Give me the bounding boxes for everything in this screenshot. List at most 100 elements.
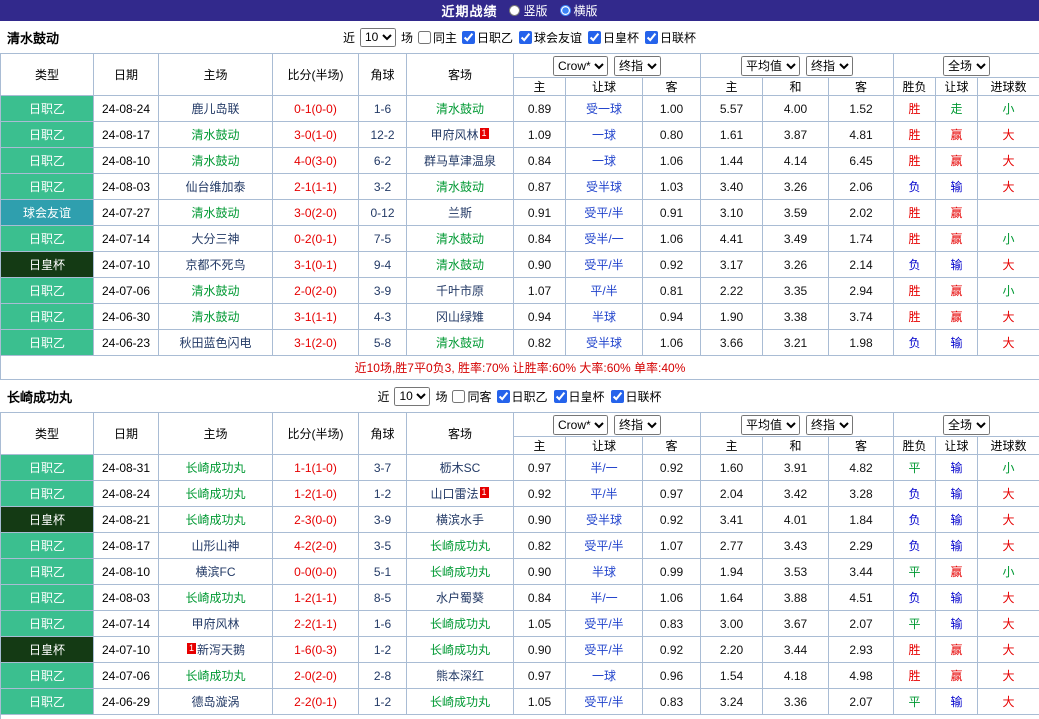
home-team-cell: 德岛漩涡 [159,689,273,715]
euro-draw-odds: 3.26 [763,174,829,200]
result-outcome: 胜 [894,304,936,330]
home-team-cell: 横滨FC [159,559,273,585]
league-checkbox-input[interactable] [554,390,567,403]
euro-home-odds: 1.44 [701,148,763,174]
same-venue-label: 同主 [433,29,457,46]
euro-draw-odds: 3.42 [763,481,829,507]
league-checkbox-input[interactable] [462,31,475,44]
euro-stage-select[interactable]: 终指 [806,56,853,76]
match-date: 24-06-23 [94,330,159,356]
league-filter-checkbox[interactable]: 日职乙 [462,29,513,46]
result-outcome: 胜 [894,148,936,174]
asian-handicap: 受平/半 [566,637,643,663]
near-label: 近 [377,388,389,405]
euro-average-select[interactable]: 平均值 [741,56,800,76]
asian-handicap: 受平/半 [566,200,643,226]
away-team-cell: 甲府风林1 [407,122,514,148]
league-filter-checkbox[interactable]: 球会友谊 [519,29,582,46]
result-outcome: 负 [894,507,936,533]
euro-draw-odds: 4.00 [763,96,829,122]
euro-stage-select[interactable]: 终指 [806,415,853,435]
away-team-cell: 长崎成功丸 [407,637,514,663]
corner-score: 6-2 [359,148,407,174]
asian-home-odds: 1.09 [514,122,566,148]
asian-away-odds: 0.92 [643,507,701,533]
asian-handicap: 受平/半 [566,611,643,637]
recent-matches-table: 类型 日期 主场 比分(半场) 角球 客场 Crow* 终指 平均值 终指 [0,53,1039,380]
league-checkbox-input[interactable] [588,31,601,44]
horizontal-layout-radio[interactable] [560,5,571,16]
corner-score: 1-6 [359,611,407,637]
euro-draw-odds: 3.91 [763,455,829,481]
halftime-score: 3-0(2-0) [273,200,359,226]
asian-stage-select[interactable]: 终指 [614,56,661,76]
result-handicap: 赢 [936,200,978,226]
col-asian-handicap: 让球 [566,437,643,455]
euro-draw-odds: 3.21 [763,330,829,356]
league-filter-checkbox[interactable]: 日联杯 [611,388,662,405]
league-filter-checkbox[interactable]: 日联杯 [645,29,696,46]
league-checkbox-label: 日皇杯 [569,388,605,405]
odds-company-select[interactable]: Crow* [553,56,608,76]
away-team-cell: 长崎成功丸 [407,559,514,585]
match-date: 24-07-14 [94,611,159,637]
team-name: 清水鼓动 [191,128,239,142]
league-checkbox-input[interactable] [519,31,532,44]
result-outcome: 胜 [894,637,936,663]
same-venue-filter[interactable]: 同主 [418,29,457,46]
col-euro-home: 主 [701,437,763,455]
team-name: 长崎成功丸 [430,617,490,631]
league-type: 日职乙 [1,330,94,356]
euro-home-odds: 1.61 [701,122,763,148]
layout-option-horizontal[interactable]: 横版 [560,2,598,19]
asian-handicap: 受半球 [566,174,643,200]
full-match-select[interactable]: 全场 [943,56,990,76]
asian-stage-select[interactable]: 终指 [614,415,661,435]
recent-count-select[interactable]: 10 [394,387,430,406]
same-venue-checkbox[interactable] [452,390,465,403]
match-row: 日职乙24-07-06清水鼓动2-0(2-0)3-9千叶市原1.07平/半0.8… [1,278,1039,304]
col-asian-home: 主 [514,437,566,455]
layout-option-vertical[interactable]: 竖版 [509,2,547,19]
league-type: 日职乙 [1,174,94,200]
league-checkbox-input[interactable] [611,390,624,403]
full-match-select[interactable]: 全场 [943,415,990,435]
result-outcome: 平 [894,611,936,637]
match-date: 24-08-24 [94,481,159,507]
odds-company-select[interactable]: Crow* [553,415,608,435]
team-name: 群马草津温泉 [424,154,496,168]
league-filter-checkbox[interactable]: 日职乙 [497,388,548,405]
euro-draw-odds: 3.88 [763,585,829,611]
home-team-cell: 清水鼓动 [159,122,273,148]
league-checkbox-input[interactable] [497,390,510,403]
euro-average-select[interactable]: 平均值 [741,415,800,435]
asian-handicap: 半球 [566,559,643,585]
recent-count-select[interactable]: 10 [360,28,396,47]
league-filter-checkbox[interactable]: 日皇杯 [588,29,639,46]
same-venue-checkbox[interactable] [418,31,431,44]
match-row: 日职乙24-06-29德岛漩涡2-2(0-1)1-2长崎成功丸1.05受平/半0… [1,689,1039,715]
match-date: 24-08-17 [94,122,159,148]
league-type: 日职乙 [1,611,94,637]
league-checkbox-input[interactable] [645,31,658,44]
result-goals: 大 [978,611,1039,637]
match-date: 24-08-03 [94,174,159,200]
away-team-cell: 清水鼓动 [407,96,514,122]
corner-score: 5-1 [359,559,407,585]
euro-away-odds: 4.51 [829,585,894,611]
halftime-score: 1-6(0-3) [273,637,359,663]
match-date: 24-08-24 [94,96,159,122]
away-team-cell: 长崎成功丸 [407,533,514,559]
asian-home-odds: 0.89 [514,96,566,122]
league-filter-checkbox[interactable]: 日皇杯 [554,388,605,405]
away-team-cell: 长崎成功丸 [407,611,514,637]
match-date: 24-08-17 [94,533,159,559]
team-name: 清水鼓动 [436,102,484,116]
home-team-cell: 京都不死鸟 [159,252,273,278]
same-venue-filter[interactable]: 同客 [452,388,491,405]
euro-draw-odds: 4.14 [763,148,829,174]
match-row: 日职乙24-06-23秋田蓝色闪电3-1(2-0)5-8清水鼓动0.82受半球1… [1,330,1039,356]
vertical-layout-radio[interactable] [509,5,520,16]
euro-draw-odds: 4.01 [763,507,829,533]
result-goals: 大 [978,663,1039,689]
